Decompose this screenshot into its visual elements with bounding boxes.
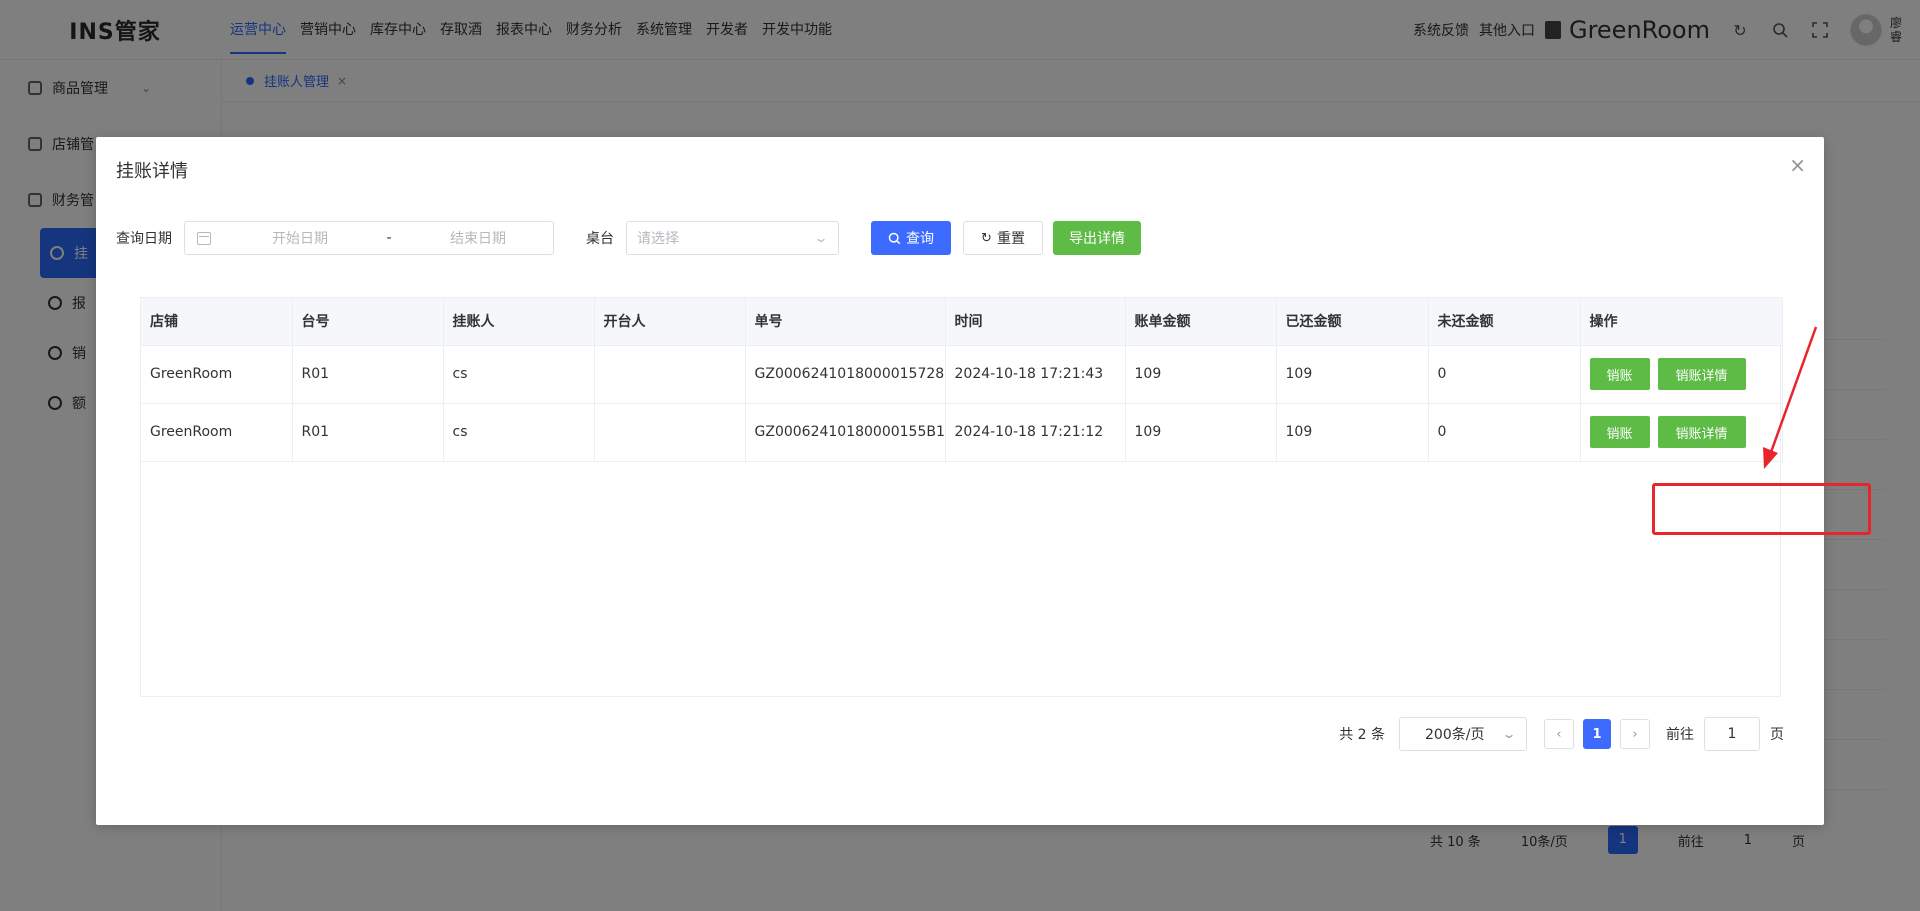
cell-debtor: cs: [443, 403, 595, 462]
write-off-detail-button[interactable]: 销账详情: [1657, 416, 1746, 448]
col-debtor: 挂账人: [443, 298, 595, 346]
chevron-down-icon: ⌄: [813, 231, 829, 245]
col-opener: 开台人: [594, 298, 746, 346]
pagination: 共 2 条 200条/页 ⌄ ‹ 1 › 前往 1 页: [1339, 717, 1784, 751]
write-off-button[interactable]: 销账: [1589, 358, 1650, 390]
table-row: GreenRoom R01 cs GZ00062410180000155B16 …: [141, 403, 1783, 462]
total-count: 共 2 条: [1339, 727, 1385, 743]
cell-paid-amount: 109: [1276, 345, 1429, 404]
cell-order-no: GZ00062410180000155B16: [745, 403, 946, 462]
start-date-input[interactable]: 开始日期: [235, 228, 365, 248]
col-paid-amount: 已还金额: [1276, 298, 1429, 346]
cell-store: GreenRoom: [141, 403, 293, 462]
col-time: 时间: [945, 298, 1126, 346]
col-bill-amount: 账单金额: [1125, 298, 1277, 346]
debt-detail-table: 店铺 台号 挂账人 开台人 单号 时间 账单金额 已还金额 未还金额 操作 Gr…: [140, 297, 1783, 697]
table-header-row: 店铺 台号 挂账人 开台人 单号 时间 账单金额 已还金额 未还金额 操作: [141, 298, 1783, 346]
calendar-icon: [197, 231, 211, 245]
cell-table-no: R01: [292, 345, 444, 404]
filter-bar: 查询日期 开始日期 - 结束日期 桌台 请选择 ⌄ 查询 ↻ 重置 导出详情: [116, 221, 1141, 255]
cell-bill-amount: 109: [1125, 403, 1277, 462]
col-actions: 操作: [1580, 298, 1783, 346]
chevron-right-icon: ›: [1632, 726, 1638, 742]
cell-time: 2024-10-18 17:21:12: [945, 403, 1126, 462]
cell-debtor: cs: [443, 345, 595, 404]
page-unit-label: 页: [1770, 727, 1784, 743]
page-size-select[interactable]: 200条/页 ⌄: [1399, 717, 1527, 751]
prev-page-button[interactable]: ‹: [1544, 719, 1574, 749]
write-off-button[interactable]: 销账: [1589, 416, 1650, 448]
close-icon[interactable]: ×: [1789, 155, 1806, 175]
next-page-button[interactable]: ›: [1620, 719, 1650, 749]
table-select-placeholder: 请选择: [637, 231, 679, 247]
goto-label: 前往: [1666, 727, 1694, 743]
cell-opener: [594, 345, 746, 404]
cell-unpaid-amount: 0: [1428, 345, 1581, 404]
cell-actions: 销账 销账详情: [1580, 403, 1783, 462]
col-unpaid-amount: 未还金额: [1428, 298, 1581, 346]
cell-bill-amount: 109: [1125, 345, 1277, 404]
date-range-picker[interactable]: 开始日期 - 结束日期: [184, 221, 554, 255]
reset-button[interactable]: ↻ 重置: [963, 221, 1043, 255]
refresh-icon: ↻: [981, 230, 992, 246]
export-button[interactable]: 导出详情: [1053, 221, 1141, 255]
col-store: 店铺: [141, 298, 293, 346]
end-date-input[interactable]: 结束日期: [413, 228, 543, 248]
cell-unpaid-amount: 0: [1428, 403, 1581, 462]
dialog-title: 挂账详情: [116, 161, 188, 182]
cell-table-no: R01: [292, 403, 444, 462]
date-label: 查询日期: [116, 231, 172, 247]
query-button[interactable]: 查询: [871, 221, 951, 255]
col-table-no: 台号: [292, 298, 444, 346]
debt-detail-dialog: 挂账详情 × 查询日期 开始日期 - 结束日期 桌台 请选择 ⌄ 查询 ↻ 重置…: [96, 137, 1871, 825]
cell-order-no: GZ00062410180000157285: [745, 345, 946, 404]
table-select[interactable]: 请选择 ⌄: [626, 221, 839, 255]
table-row: GreenRoom R01 cs GZ00062410180000157285 …: [141, 345, 1783, 404]
chevron-left-icon: ‹: [1556, 726, 1562, 742]
cell-actions: 销账 销账详情: [1580, 345, 1783, 404]
search-icon: [888, 232, 901, 244]
chevron-down-icon: ⌄: [1501, 727, 1517, 741]
col-order-no: 单号: [745, 298, 946, 346]
page-number-current[interactable]: 1: [1583, 719, 1611, 749]
write-off-detail-button[interactable]: 销账详情: [1657, 358, 1746, 390]
goto-page-input[interactable]: 1: [1704, 717, 1760, 751]
table-label: 桌台: [586, 231, 614, 247]
date-separator: -: [386, 230, 392, 246]
cell-opener: [594, 403, 746, 462]
cell-store: GreenRoom: [141, 345, 293, 404]
cell-paid-amount: 109: [1276, 403, 1429, 462]
cell-time: 2024-10-18 17:21:43: [945, 345, 1126, 404]
